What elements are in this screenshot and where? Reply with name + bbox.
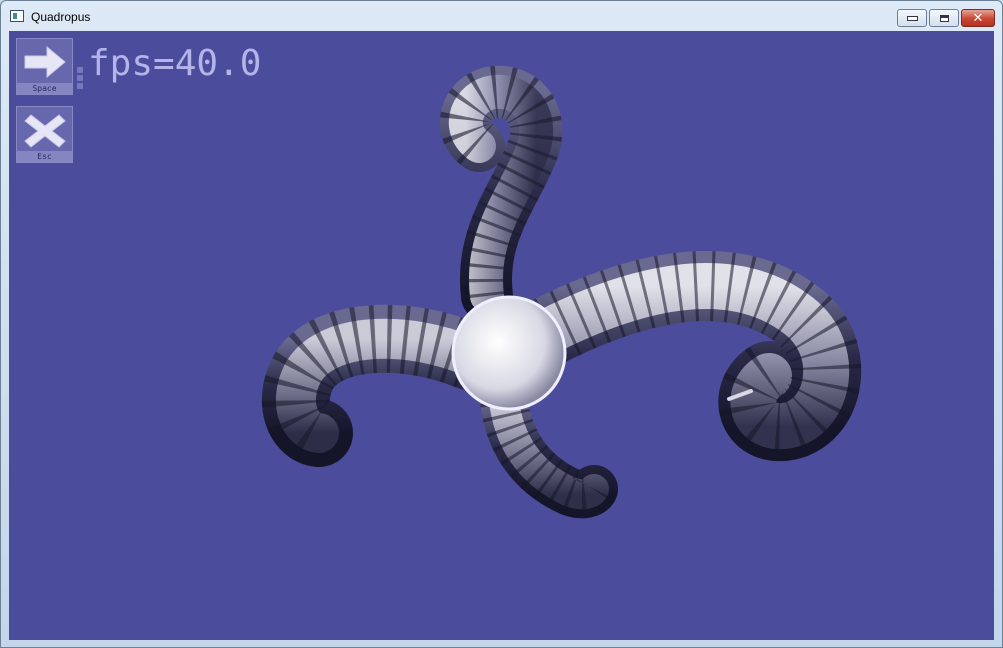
app-window: Quadropus ✕ Space Esc fps=40.0	[0, 0, 1003, 648]
tentacle-right	[514, 251, 862, 462]
close-x-icon	[24, 114, 66, 148]
minimize-button[interactable]	[897, 9, 927, 27]
tentacle-bottom	[480, 377, 618, 519]
tentacle-left	[261, 304, 503, 467]
fps-indicator-marks	[77, 67, 84, 91]
window-title: Quadropus	[31, 10, 91, 24]
close-icon: ✕	[972, 10, 984, 26]
close-button[interactable]: ✕	[961, 9, 995, 27]
space-key-button[interactable]: Space	[16, 38, 73, 95]
title-bar[interactable]: Quadropus ✕	[1, 1, 1002, 31]
esc-key-button[interactable]: Esc	[16, 106, 73, 163]
tentacle-top	[439, 65, 563, 322]
app-icon	[10, 10, 24, 22]
quadropus-body	[451, 295, 567, 411]
maximize-button[interactable]	[929, 9, 959, 27]
arrow-right-icon	[24, 45, 66, 79]
render-viewport[interactable]: Space Esc fps=40.0	[9, 31, 994, 640]
esc-key-label: Esc	[17, 151, 72, 162]
quadropus-scene	[261, 65, 862, 519]
minimize-icon	[906, 15, 918, 21]
fps-counter: fps=40.0	[88, 43, 262, 84]
space-key-label: Space	[17, 83, 72, 94]
maximize-icon	[939, 14, 949, 22]
